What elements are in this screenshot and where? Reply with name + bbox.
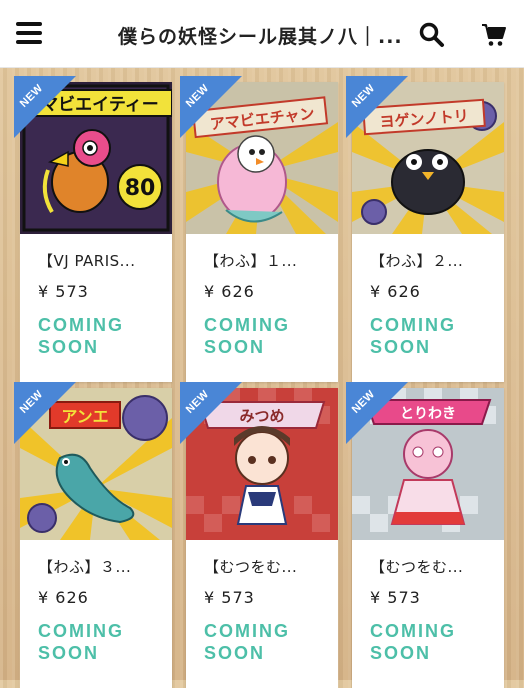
product-name[interactable]: 【わふ】２... (370, 250, 500, 271)
product-name[interactable]: 【むつをむ... (204, 556, 334, 577)
product-status: COMING SOON (38, 621, 124, 663)
product-price: ¥ 626 (370, 282, 421, 301)
product-card[interactable]: アンエ NEW 【わふ】３... ¥ 626 COMING SOON (14, 382, 172, 688)
product-price: ¥ 626 (38, 588, 89, 607)
product-status: COMING SOON (370, 621, 456, 663)
product-name[interactable]: 【むつをむ... (370, 556, 500, 577)
new-badge: NEW (180, 382, 246, 448)
product-card[interactable]: アマビエチャン NEW 【わふ】１... ¥ 626 COMING SOON (180, 76, 338, 382)
product-price: ¥ 573 (370, 588, 421, 607)
search-icon[interactable] (419, 22, 445, 48)
new-badge: NEW (346, 76, 412, 142)
product-price: ¥ 573 (38, 282, 89, 301)
top-bar: 僕らの妖怪シール展其ノ八｜... (0, 0, 524, 68)
product-status: COMING SOON (204, 621, 290, 663)
product-price: ¥ 573 (204, 588, 255, 607)
product-status: COMING SOON (204, 315, 290, 357)
sticker-title: みつめ (239, 407, 284, 425)
product-card[interactable]: マビエイティー 80 NEW 【VJ PARIS... ¥ 573 COMING… (14, 76, 172, 382)
product-status: COMING SOON (370, 315, 456, 357)
product-name[interactable]: 【VJ PARIS... (38, 250, 168, 271)
product-card[interactable]: ヨゲンノトリ NEW 【わふ】２... ¥ 626 COMING SOON (346, 76, 504, 382)
new-badge: NEW (14, 76, 80, 142)
new-badge: NEW (14, 382, 80, 448)
product-card[interactable]: とりわき NEW 【むつをむ... ¥ 573 COMING SOON (346, 382, 504, 688)
cart-icon[interactable] (481, 22, 507, 48)
product-status: COMING SOON (38, 315, 124, 357)
product-price: ¥ 626 (204, 282, 255, 301)
new-badge: NEW (346, 382, 412, 448)
menu-icon[interactable] (16, 22, 42, 44)
product-name[interactable]: 【わふ】３... (38, 556, 168, 577)
new-badge: NEW (180, 76, 246, 142)
product-card[interactable]: みつめ NEW 【むつをむ... ¥ 573 COMING SOON (180, 382, 338, 688)
sticker-number: 80 (125, 176, 156, 201)
page-title: 僕らの妖怪シール展其ノ八｜... (118, 26, 400, 48)
product-name[interactable]: 【わふ】１... (204, 250, 334, 271)
